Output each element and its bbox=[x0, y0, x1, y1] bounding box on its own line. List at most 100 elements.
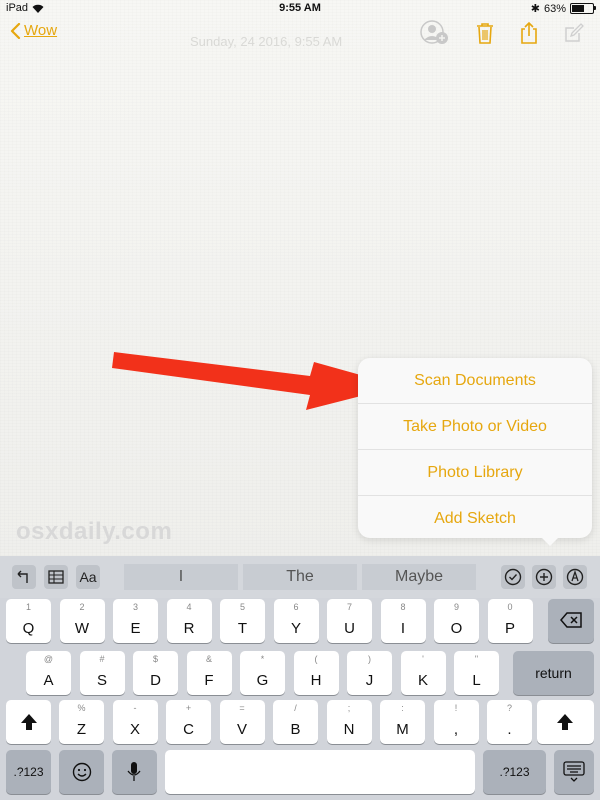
key-t[interactable]: 5T bbox=[220, 599, 265, 643]
checklist-icon bbox=[504, 568, 522, 586]
markup-button[interactable] bbox=[563, 565, 587, 589]
key-h[interactable]: (H bbox=[293, 651, 339, 695]
key-e[interactable]: 3E bbox=[113, 599, 158, 643]
key-primary-label: M bbox=[396, 721, 409, 738]
return-label: return bbox=[535, 665, 572, 681]
key-m[interactable]: :M bbox=[380, 700, 425, 744]
key-p[interactable]: 0P bbox=[487, 599, 533, 643]
shift-icon bbox=[21, 714, 37, 730]
key-secondary-label: = bbox=[239, 703, 245, 713]
key-secondary-label: ) bbox=[368, 654, 371, 664]
key-secondary-label: 7 bbox=[346, 602, 352, 612]
key-l[interactable]: " L bbox=[454, 651, 499, 695]
key-primary-label: Y bbox=[290, 620, 301, 637]
key-c[interactable]: + C bbox=[166, 700, 211, 744]
insert-button[interactable] bbox=[532, 565, 556, 589]
microphone-icon bbox=[127, 762, 141, 781]
key-r[interactable]: 4R bbox=[166, 599, 212, 643]
status-time: 9:55 AM bbox=[279, 2, 321, 14]
format-button[interactable]: Aa bbox=[76, 565, 100, 589]
key-q[interactable]: 1Q bbox=[6, 599, 51, 643]
key-primary-label: X bbox=[129, 721, 140, 738]
share-button[interactable] bbox=[520, 22, 538, 44]
backspace-key[interactable] bbox=[548, 599, 594, 643]
key-secondary-label: ( bbox=[314, 654, 318, 664]
key-primary-label: Z bbox=[76, 721, 87, 738]
key-o[interactable]: 9O bbox=[434, 599, 479, 643]
key-f[interactable]: & F bbox=[186, 651, 232, 695]
key-g[interactable]: * G bbox=[240, 651, 285, 695]
compose-icon bbox=[565, 23, 584, 42]
suggestion-2[interactable]: The bbox=[243, 564, 357, 590]
compose-button[interactable] bbox=[564, 23, 584, 43]
hide-keyboard-key[interactable] bbox=[554, 750, 594, 794]
emoji-key[interactable] bbox=[59, 750, 104, 794]
key-primary-label: H bbox=[310, 672, 322, 689]
key-z[interactable]: % Z bbox=[59, 700, 104, 744]
key-secondary-label: ! bbox=[454, 703, 458, 713]
undo-button[interactable] bbox=[12, 565, 36, 589]
menu-item-photo-library[interactable]: Photo Library bbox=[358, 450, 592, 496]
delete-left-icon bbox=[560, 612, 582, 628]
key-b[interactable]: / B bbox=[273, 700, 318, 744]
shift-icon bbox=[557, 714, 573, 730]
delete-button[interactable] bbox=[476, 22, 494, 44]
key-i[interactable]: 8I bbox=[380, 599, 426, 643]
status-bar: iPad 9:55 AM ✱ 63% bbox=[0, 0, 600, 18]
key-period[interactable]: ?. bbox=[487, 700, 532, 744]
key-secondary-label: 9 bbox=[453, 602, 459, 612]
key-x[interactable]: -X bbox=[112, 700, 158, 744]
key-secondary-label: $ bbox=[152, 654, 158, 664]
add-people-button[interactable] bbox=[420, 20, 450, 46]
dictation-key[interactable] bbox=[112, 750, 157, 794]
space-bar[interactable] bbox=[165, 750, 475, 794]
key-a[interactable]: @ A bbox=[26, 651, 71, 695]
key-secondary-label: & bbox=[205, 654, 212, 664]
numbers-key-right[interactable]: .?123 bbox=[483, 750, 546, 794]
key-secondary-label: - bbox=[133, 703, 137, 713]
checklist-button[interactable] bbox=[501, 565, 525, 589]
key-u[interactable]: 7U bbox=[327, 599, 372, 643]
key-secondary-label: 0 bbox=[507, 602, 513, 612]
key-secondary-label: : bbox=[401, 703, 404, 713]
key-primary-label: N bbox=[343, 721, 355, 738]
key-k[interactable]: ' K bbox=[400, 651, 446, 695]
key-v[interactable]: = V bbox=[219, 700, 265, 744]
key-primary-label: G bbox=[256, 672, 269, 689]
share-icon bbox=[521, 22, 537, 44]
key-s[interactable]: # S bbox=[79, 651, 125, 695]
suggestion-1[interactable]: I bbox=[124, 564, 238, 590]
emoji-icon bbox=[72, 762, 92, 782]
key-d[interactable]: $ D bbox=[133, 651, 178, 695]
key-primary-label: A bbox=[43, 672, 54, 689]
suggestion-3[interactable]: Maybe bbox=[362, 564, 476, 590]
shift-key-right[interactable] bbox=[537, 700, 594, 744]
menu-item-add-sketch[interactable]: Add Sketch bbox=[358, 496, 592, 541]
key-primary-label: K bbox=[417, 672, 428, 689]
back-button[interactable]: Wow bbox=[10, 22, 57, 39]
camera-menu: Scan Documents Take Photo or Video Photo… bbox=[358, 358, 592, 538]
plus-circle-icon bbox=[535, 568, 553, 586]
key-n[interactable]: ; N bbox=[326, 700, 372, 744]
menu-item-scan-documents[interactable]: Scan Documents bbox=[358, 358, 592, 404]
suggestion-bar: Aa I The Maybe bbox=[0, 556, 600, 598]
key-secondary-label: 3 bbox=[132, 602, 138, 612]
battery-icon bbox=[570, 3, 596, 14]
undo-icon bbox=[17, 570, 28, 583]
key-primary-label: L bbox=[472, 672, 481, 689]
keyboard-hide-icon bbox=[563, 761, 585, 782]
menu-item-take-photo[interactable]: Take Photo or Video bbox=[358, 404, 592, 450]
key-primary-label: O bbox=[450, 620, 463, 637]
key-w[interactable]: 2W bbox=[59, 599, 105, 643]
shift-key-left[interactable] bbox=[6, 700, 51, 744]
key-primary-label: P bbox=[504, 620, 515, 637]
key-y[interactable]: 6Y bbox=[273, 599, 319, 643]
numbers-label: .?123 bbox=[499, 765, 530, 779]
return-key[interactable]: return bbox=[513, 651, 594, 695]
key-j[interactable]: ) J bbox=[347, 651, 392, 695]
key-secondary-label: " bbox=[474, 654, 479, 664]
table-button[interactable] bbox=[44, 565, 68, 589]
numbers-key-left[interactable]: .?123 bbox=[6, 750, 51, 794]
key-comma[interactable]: !, bbox=[433, 700, 479, 744]
battery-percent: 63% bbox=[543, 2, 566, 15]
